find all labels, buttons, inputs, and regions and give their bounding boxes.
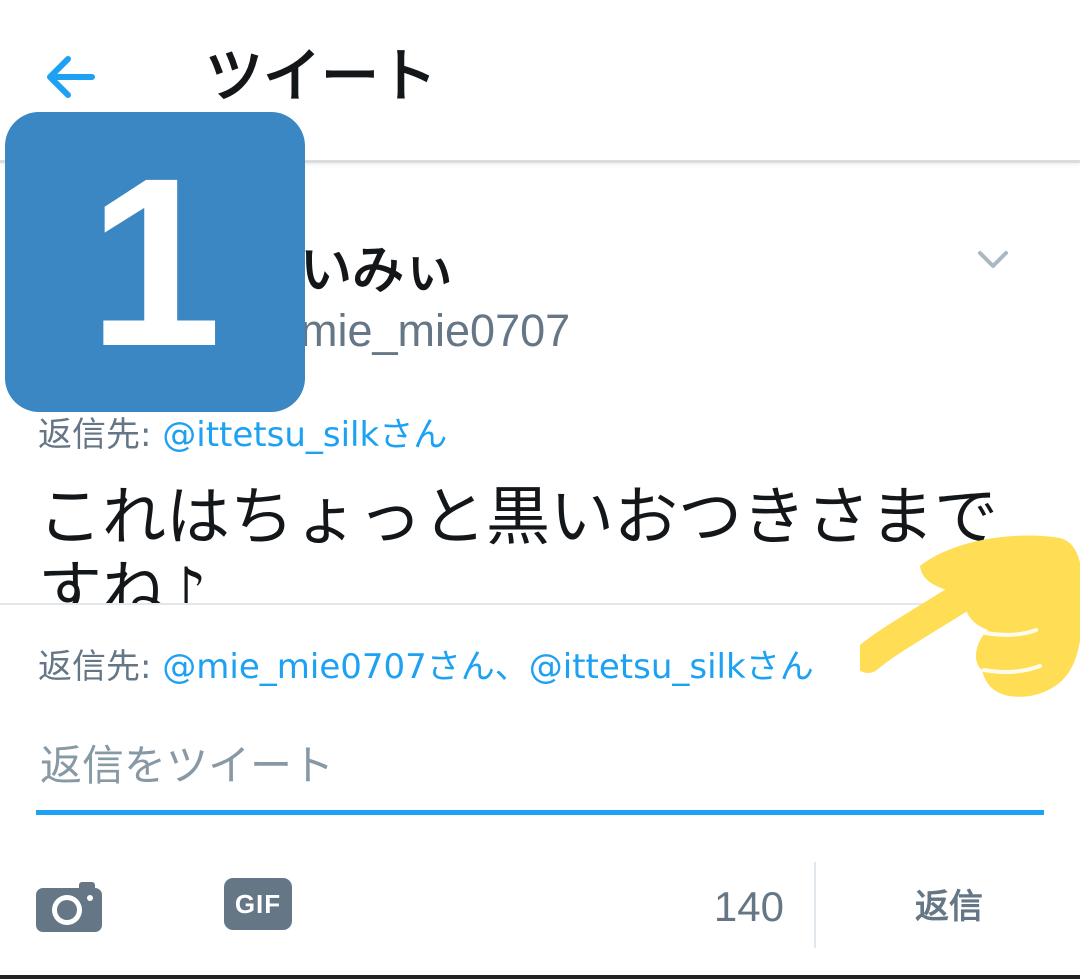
back-button[interactable] [40, 45, 104, 109]
toolbar-divider [814, 862, 816, 948]
pointing-hand-icon [860, 520, 1080, 710]
tweet-reply-to: 返信先: @ittetsu_silkさん [38, 413, 447, 457]
reply-to-mention-link[interactable]: @ittetsu_silkさん [162, 415, 447, 455]
character-counter: 140 [713, 883, 784, 930]
author-handle[interactable]: mie_mie0707 [300, 303, 570, 359]
tweet-options-button[interactable] [970, 241, 1016, 277]
reply-input-underline [36, 810, 1044, 815]
camera-button[interactable] [34, 878, 104, 934]
reply-to-label: 返信先: [38, 415, 152, 455]
chevron-down-icon [978, 251, 1008, 268]
arrow-left-icon [47, 56, 95, 98]
camera-icon [36, 882, 102, 932]
bottom-border [0, 975, 1080, 979]
page-title: ツイート [205, 42, 438, 110]
gif-button[interactable]: GIF [224, 878, 292, 930]
step-number-badge: 1 [5, 112, 305, 412]
reply-button[interactable]: 返信 [880, 880, 1018, 934]
composer-reply-to-label: 返信先: [38, 647, 152, 687]
composer-reply-to-mentions[interactable]: @mie_mie0707さん、@ittetsu_silkさん [162, 647, 813, 687]
reply-input[interactable] [36, 730, 1052, 800]
step-number: 1 [88, 128, 222, 396]
composer-reply-to: 返信先: @mie_mie0707さん、@ittetsu_silkさん [38, 645, 814, 689]
author-name[interactable]: いみぃ [300, 239, 456, 303]
